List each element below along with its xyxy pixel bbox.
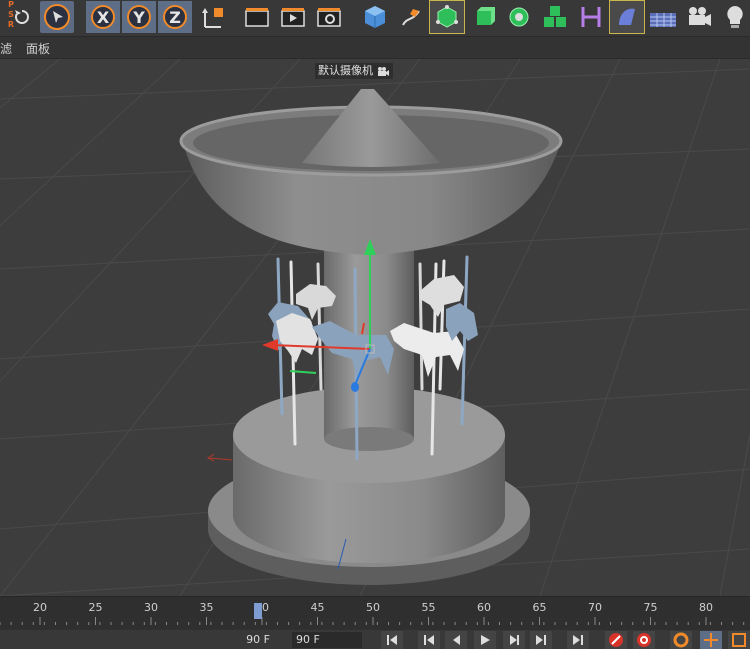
prev-frame-button[interactable]: [445, 631, 467, 649]
camera-label[interactable]: 默认摄像机: [315, 63, 393, 79]
play-button[interactable]: [474, 631, 496, 649]
subdivision-icon: [436, 5, 458, 28]
step-back-icon: [453, 635, 460, 645]
go-to-start-button[interactable]: [381, 631, 403, 649]
step-forward-icon: [510, 635, 519, 645]
camera-name: 默认摄像机: [318, 64, 373, 77]
perspective-viewport[interactable]: 默认摄像机: [0, 59, 750, 596]
cube-button[interactable]: [358, 1, 392, 33]
keyframe-selection-button[interactable]: [670, 631, 692, 649]
render-settings-button[interactable]: [312, 1, 346, 33]
viewport-menubar: 滤 面板: [0, 37, 750, 59]
next-frame-button[interactable]: [503, 631, 525, 649]
coordinate-system-button[interactable]: [196, 1, 230, 33]
end-frame-input[interactable]: 90 F: [292, 632, 362, 648]
light-button[interactable]: [718, 1, 750, 33]
clapper-play-icon: [281, 8, 305, 27]
next-key-icon: [536, 635, 546, 645]
cursor-select-icon: [44, 4, 70, 30]
clapper-gear-icon: [317, 8, 341, 27]
position-key-button[interactable]: [700, 631, 722, 649]
prev-key-button[interactable]: [418, 631, 440, 649]
timeline-tick-marks: [0, 617, 745, 625]
render-view-button[interactable]: [240, 1, 274, 33]
cloner-button[interactable]: [502, 1, 536, 33]
record-key-icon: [609, 633, 623, 647]
camera-icon: [689, 7, 711, 26]
z-axis-lock-button[interactable]: Z: [158, 1, 192, 33]
menu-panel[interactable]: 面板: [26, 40, 50, 57]
world-axis-icon: [202, 8, 223, 28]
environment-button[interactable]: [609, 0, 645, 34]
reset-psr-button[interactable]: [8, 1, 36, 33]
prev-key-icon: [424, 635, 434, 645]
next-key-button[interactable]: [530, 631, 552, 649]
bend-deformer-icon: [581, 7, 601, 27]
transport-bar: 90 F 90 F: [0, 630, 750, 649]
extrude-button[interactable]: [466, 1, 500, 33]
y-axis-icon: Y: [127, 5, 151, 29]
autokey-icon: [637, 633, 651, 647]
subdivision-surface-button[interactable]: [429, 0, 465, 34]
cloner-icon: [509, 7, 529, 27]
scale-key-button[interactable]: [728, 631, 750, 649]
scene-canvas: [0, 59, 750, 596]
main-toolbar: PSR X Y Z: [0, 0, 750, 37]
live-selection-button[interactable]: [40, 1, 74, 33]
grid-floor-icon: [650, 13, 676, 27]
extrude-icon: [477, 7, 495, 25]
mograph-button[interactable]: [538, 1, 572, 33]
pen-icon: [402, 9, 420, 26]
y-axis-lock-button[interactable]: Y: [122, 1, 156, 33]
carousel-canopy: [179, 89, 563, 255]
floor-button[interactable]: [646, 1, 680, 33]
deformer-button[interactable]: [574, 1, 608, 33]
camera-icon: [378, 66, 389, 76]
menu-filter[interactable]: 滤: [0, 40, 12, 57]
record-key-button[interactable]: [605, 631, 627, 649]
floor-curve-icon: [619, 8, 635, 25]
timeline-ruler[interactable]: 20 25 30 35 40 45 50 55 60 65 70 75 80: [0, 596, 750, 631]
light-bulb-icon: [727, 6, 743, 28]
pen-spline-button[interactable]: [394, 1, 428, 33]
go-to-end-button[interactable]: [567, 631, 589, 649]
skip-start-icon: [387, 635, 397, 645]
scale-icon: [732, 633, 746, 647]
skip-end-icon: [573, 635, 583, 645]
x-axis-icon: X: [91, 5, 115, 29]
render-picture-viewer-button[interactable]: [276, 1, 310, 33]
reset-icon: [15, 10, 29, 24]
timeline-playhead[interactable]: [254, 603, 262, 619]
camera-button[interactable]: [682, 1, 716, 33]
cube-icon: [365, 6, 385, 28]
clapper-icon: [245, 8, 269, 27]
play-icon: [481, 635, 490, 645]
end-frame-display: 90 F: [240, 632, 274, 648]
cubes-icon: [544, 6, 566, 27]
z-axis-icon: Z: [163, 5, 187, 29]
x-axis-lock-button[interactable]: X: [86, 1, 120, 33]
autokey-button[interactable]: [633, 631, 655, 649]
gear-key-icon: [673, 632, 689, 648]
move-arrows-icon: [704, 633, 718, 647]
